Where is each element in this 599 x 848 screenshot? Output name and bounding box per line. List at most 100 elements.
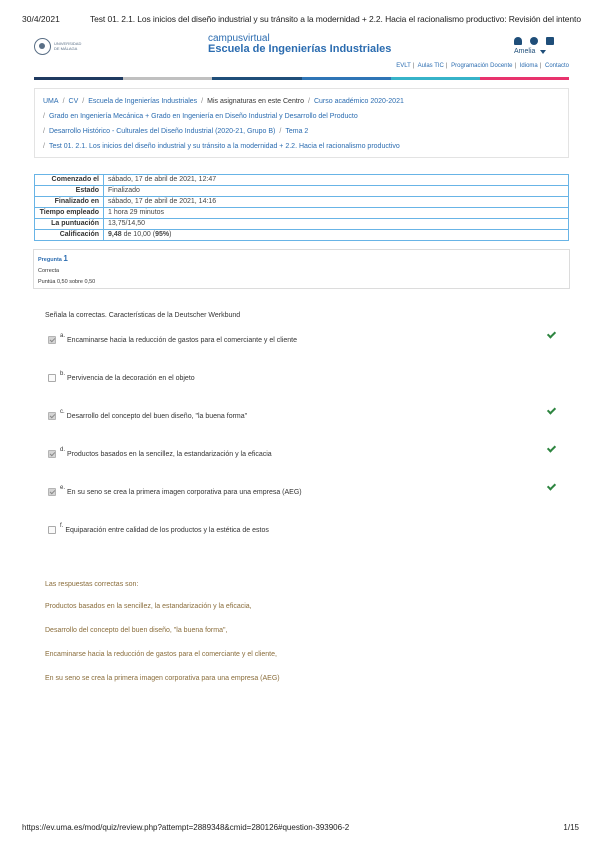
- breadcrumb-row: UMA / CV / Escuela de Ingenierías Industri…: [43, 94, 560, 109]
- print-page: 1/15: [563, 823, 579, 832]
- top-links: EVLT | Aulas TIC | Programación Docente | I…: [396, 63, 569, 69]
- correct-check-icon: [546, 444, 556, 454]
- question-label: Pregunta: [38, 257, 62, 263]
- summary-row: Finalizado en sábado, 17 de abril de 202…: [34, 196, 569, 208]
- answer-option: a. Encaminarse hacia la reducción de gast…: [48, 333, 560, 348]
- summary-row: La puntuación 13,75/14,50: [34, 218, 569, 230]
- user-menu[interactable]: Amelia: [514, 48, 547, 55]
- messages-bubble-icon[interactable]: [530, 37, 538, 45]
- school-name: Escuela de Ingenierías Industriales: [208, 43, 392, 55]
- color-bar-segment: [34, 77, 124, 80]
- grade-rest: de 10,00 (: [121, 231, 156, 238]
- summary-label: Tiempo empleado: [34, 207, 104, 219]
- summary-value: 9,48 de 10,00 (95%): [103, 229, 569, 241]
- question-text: Señala la correctas. Características de …: [45, 312, 241, 319]
- correct-check-icon: [546, 482, 556, 492]
- answer-letter: e.: [60, 485, 66, 491]
- color-bar-segment: [212, 77, 302, 80]
- color-bar-segment: [301, 77, 391, 80]
- question-points: Puntúa 0,50 sobre 0,50: [38, 279, 96, 285]
- summary-row: Estado Finalizado: [34, 185, 569, 197]
- print-url: https://ev.uma.es/mod/quiz/review.php?at…: [22, 823, 350, 832]
- color-bar: [34, 77, 570, 80]
- university-logo[interactable]: UNIVERSIDAD DE MÁLAGA: [34, 36, 86, 56]
- answer-checkbox[interactable]: [48, 526, 56, 534]
- feedback-heading: Las respuestas correctas son:: [45, 581, 139, 588]
- summary-row: Calificación 9,48 de 10,00 (95%): [34, 229, 569, 241]
- grade-bold: 9,48: [108, 231, 122, 238]
- user-toolbar: [514, 37, 554, 45]
- logo-text-line2: DE MÁLAGA: [54, 46, 78, 51]
- answer-checkbox[interactable]: [48, 374, 56, 382]
- link-contacto[interactable]: Contacto: [545, 63, 569, 69]
- color-bar-segment: [479, 77, 570, 80]
- summary-label: La puntuación: [34, 218, 104, 230]
- breadcrumb-topic[interactable]: Tema 2: [285, 124, 308, 139]
- attempt-summary-table: Comenzado el sábado, 17 de abril de 2021…: [34, 174, 569, 241]
- summary-label: Estado: [34, 185, 104, 197]
- correct-check-icon: [546, 330, 556, 340]
- print-header: 30/4/2021 Test 01. 2.1. Los inicios del …: [22, 14, 589, 24]
- print-title: Test 01. 2.1. Los inicios del diseño ind…: [90, 14, 581, 24]
- breadcrumb-row: / Test 01. 2.1. Los inicios del diseño i…: [43, 139, 560, 154]
- summary-value: Finalizado: [103, 185, 569, 197]
- grade-pct: 95%: [155, 231, 170, 238]
- feedback-line: Desarrollo del concepto del buen diseño,…: [45, 627, 228, 634]
- feedback-line: Productos basados en la sencillez, la es…: [45, 603, 252, 610]
- grade-close: ): [169, 231, 172, 238]
- answer-checkbox[interactable]: [48, 336, 56, 344]
- color-bar-segment: [123, 77, 213, 80]
- site-brand[interactable]: campusvirtual Escuela de Ingenierías Ind…: [208, 33, 391, 55]
- answer-checkbox[interactable]: [48, 488, 56, 496]
- answer-text: Desarrollo del concepto del buen diseño,…: [66, 413, 248, 420]
- correct-check-icon: [546, 406, 556, 416]
- question-status: Correcta: [38, 268, 60, 274]
- breadcrumb-my-subjects: Mis asignaturas en este Centro: [207, 98, 305, 105]
- logo-text: UNIVERSIDAD DE MÁLAGA: [54, 41, 81, 51]
- answer-letter: d.: [60, 447, 66, 453]
- summary-value: sábado, 17 de abril de 2021, 14:16: [103, 196, 569, 208]
- answer-checkbox[interactable]: [48, 450, 56, 458]
- answer-letter: c.: [60, 409, 65, 415]
- answer-option: b. Pervivencia de la decoración en el obj…: [48, 371, 560, 386]
- answer-checkbox[interactable]: [48, 412, 56, 420]
- breadcrumb-degree[interactable]: Grado en Ingeniería Mecánica + Grado en …: [49, 109, 358, 124]
- summary-row: Tiempo empleado 1 hora 29 minutos: [34, 207, 569, 219]
- summary-value: 13,75/14,50: [103, 218, 569, 230]
- university-seal-icon: [34, 37, 51, 55]
- print-date: 30/4/2021: [22, 14, 60, 24]
- summary-row: Comenzado el sábado, 17 de abril de 2021…: [34, 174, 569, 186]
- breadcrumb-course[interactable]: Desarrollo Histórico - Culturales del Di…: [49, 124, 275, 139]
- link-evlt[interactable]: EVLT: [396, 63, 411, 69]
- feedback-line: Encaminarse hacia la reducción de gastos…: [45, 651, 277, 658]
- notifications-bell-icon[interactable]: [514, 37, 522, 45]
- answer-text: Pervivencia de la decoración en el objet…: [67, 375, 195, 382]
- breadcrumb-academic-year[interactable]: Curso académico 2020-2021: [314, 94, 404, 109]
- user-name: Amelia: [514, 48, 536, 55]
- breadcrumb: UMA / CV / Escuela de Ingenierías Industri…: [34, 88, 569, 158]
- color-bar-segment: [390, 77, 480, 80]
- link-idioma[interactable]: Idioma: [520, 63, 538, 69]
- answer-letter: b.: [60, 371, 66, 377]
- link-aulas-tic[interactable]: Aulas TIC: [418, 63, 444, 69]
- breadcrumb-test[interactable]: Test 01. 2.1. Los inicios del diseño ind…: [49, 139, 400, 154]
- question-number: Pregunta 1: [38, 253, 565, 266]
- answer-letter: f.: [60, 523, 64, 529]
- summary-label: Calificación: [34, 229, 104, 241]
- answer-option: e. En su seno se crea la primera imagen c…: [48, 485, 560, 500]
- mail-icon[interactable]: [546, 37, 554, 45]
- breadcrumb-row: / Grado en Ingeniería Mecánica + Grado e…: [43, 109, 560, 124]
- breadcrumb-uma[interactable]: UMA: [43, 94, 59, 109]
- breadcrumb-school[interactable]: Escuela de Ingenierías Industriales: [88, 94, 197, 109]
- feedback-line: En su seno se crea la primera imagen cor…: [45, 675, 280, 682]
- question-number-value: 1: [63, 254, 68, 263]
- summary-label: Comenzado el: [34, 174, 104, 186]
- answer-text: Equiparación entre calidad de los produc…: [65, 527, 269, 534]
- summary-value: 1 hora 29 minutos: [103, 207, 569, 219]
- answer-option: f. Equiparación entre calidad de los prod…: [48, 523, 560, 538]
- answer-option: d. Productos basados en la sencillez, la …: [48, 447, 560, 462]
- link-programacion-docente[interactable]: Programación Docente: [451, 63, 512, 69]
- summary-label: Finalizado en: [34, 196, 104, 208]
- breadcrumb-row: / Desarrollo Histórico - Culturales del …: [43, 124, 560, 139]
- breadcrumb-cv[interactable]: CV: [69, 94, 79, 109]
